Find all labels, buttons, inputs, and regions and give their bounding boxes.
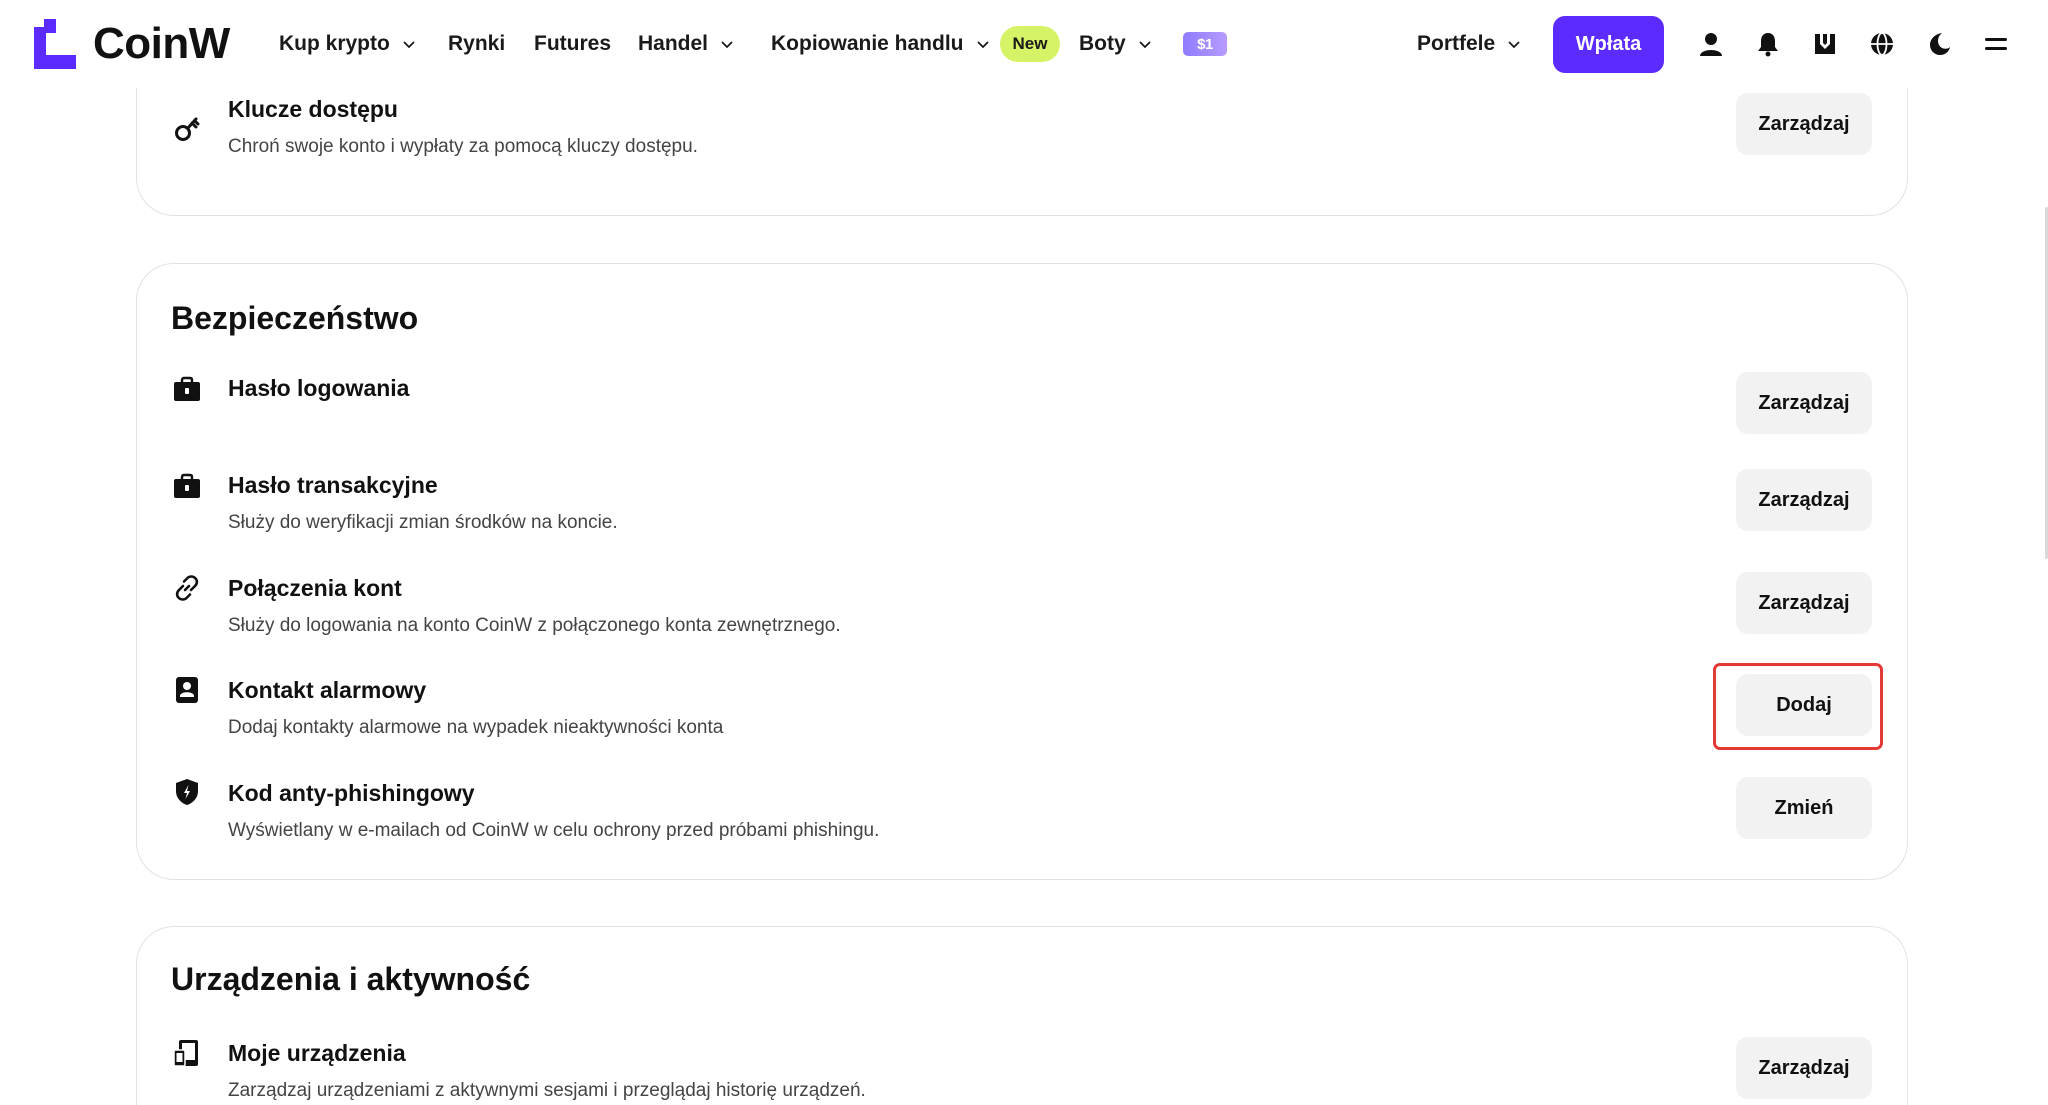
- download-icon[interactable]: [1810, 29, 1840, 59]
- promo-badge[interactable]: $1: [1183, 32, 1227, 56]
- contact-book-icon: [173, 676, 201, 704]
- passkeys-title: Klucze dostępu: [228, 96, 398, 122]
- nav-wallets[interactable]: Portfele: [1417, 0, 1521, 88]
- menu-icon[interactable]: [1981, 29, 2011, 59]
- account-connections-title: Połączenia kont: [228, 575, 402, 601]
- briefcase-lock-icon: [173, 375, 201, 403]
- briefcase-lock-icon: [173, 472, 201, 500]
- transaction-password-manage-button[interactable]: Zarządzaj: [1736, 469, 1872, 531]
- passkeys-manage-button[interactable]: Zarządzaj: [1736, 93, 1872, 155]
- nav-buy-crypto[interactable]: Kup krypto: [279, 0, 416, 88]
- brand-name: CoinW: [93, 19, 230, 68]
- coinw-logo-icon: [34, 19, 76, 69]
- account-connections-manage-button[interactable]: Zarządzaj: [1736, 572, 1872, 634]
- login-password-manage-button[interactable]: Zarządzaj: [1736, 372, 1872, 434]
- security-title: Bezpieczeństwo: [171, 300, 419, 336]
- device-icon: [173, 1039, 201, 1067]
- nav-markets-label: Rynki: [448, 32, 506, 55]
- moon-icon[interactable]: [1924, 29, 1954, 59]
- top-header: CoinW Kup krypto Rynki Futures Handel Ko…: [0, 0, 2048, 88]
- my-devices-title: Moje urządzenia: [228, 1040, 406, 1066]
- chevron-down-icon: [403, 41, 415, 49]
- globe-icon[interactable]: [1867, 29, 1897, 59]
- nav-copy-trading[interactable]: Kopiowanie handlu New: [771, 0, 1061, 88]
- my-devices-manage-button[interactable]: Zarządzaj: [1736, 1037, 1872, 1099]
- chevron-down-icon: [1508, 41, 1520, 49]
- chevron-down-icon: [721, 41, 733, 49]
- user-icon[interactable]: [1696, 29, 1726, 59]
- new-badge: New: [999, 26, 1061, 62]
- nav-buy-crypto-label: Kup krypto: [279, 32, 390, 55]
- nav-trade[interactable]: Handel: [638, 0, 734, 88]
- account-connections-desc: Służy do logowania na konto CoinW z połą…: [228, 615, 841, 636]
- deposit-button[interactable]: Wpłata: [1553, 16, 1664, 73]
- transaction-password-title: Hasło transakcyjne: [228, 472, 438, 498]
- nav-wallets-label: Portfele: [1417, 32, 1496, 55]
- devices-title: Urządzenia i aktywność: [171, 961, 531, 997]
- anti-phishing-desc: Wyświetlany w e-mailach od CoinW w celu …: [228, 820, 880, 841]
- nav-trade-label: Handel: [638, 32, 709, 55]
- my-devices-desc: Zarządzaj urządzeniami z aktywnymi sesja…: [228, 1080, 866, 1101]
- nav-markets[interactable]: Rynki: [448, 0, 505, 88]
- nav-copy-trading-label: Kopiowanie handlu: [771, 32, 964, 55]
- chevron-down-icon: [1139, 41, 1151, 49]
- coinw-logo[interactable]: CoinW: [34, 19, 230, 69]
- transaction-password-desc: Służy do weryfikacji zmian środków na ko…: [228, 512, 618, 533]
- login-password-title: Hasło logowania: [228, 375, 410, 401]
- emergency-contact-desc: Dodaj kontakty alarmowe na wypadek nieak…: [228, 717, 724, 738]
- nav-futures[interactable]: Futures: [534, 0, 611, 88]
- nav-bots-label: Boty: [1079, 32, 1126, 55]
- link-icon: [173, 574, 201, 602]
- passkeys-desc: Chroń swoje konto i wypłaty za pomocą kl…: [228, 136, 698, 157]
- anti-phishing-title: Kod anty-phishingowy: [228, 780, 475, 806]
- devices-card: Urządzenia i aktywność Moje urządzenia Z…: [136, 926, 1908, 1105]
- anti-phishing-change-button[interactable]: Zmień: [1736, 777, 1872, 839]
- bell-icon[interactable]: [1753, 29, 1783, 59]
- nav-bots[interactable]: Boty: [1079, 0, 1152, 88]
- security-card: Bezpieczeństwo Hasło logowania Zarządzaj…: [136, 263, 1908, 880]
- shield-icon: [173, 778, 201, 806]
- emergency-contact-add-button[interactable]: Dodaj: [1736, 674, 1872, 736]
- emergency-contact-title: Kontakt alarmowy: [228, 677, 427, 703]
- key-icon: [173, 114, 201, 142]
- chevron-down-icon: [976, 41, 989, 49]
- nav-futures-label: Futures: [534, 32, 612, 55]
